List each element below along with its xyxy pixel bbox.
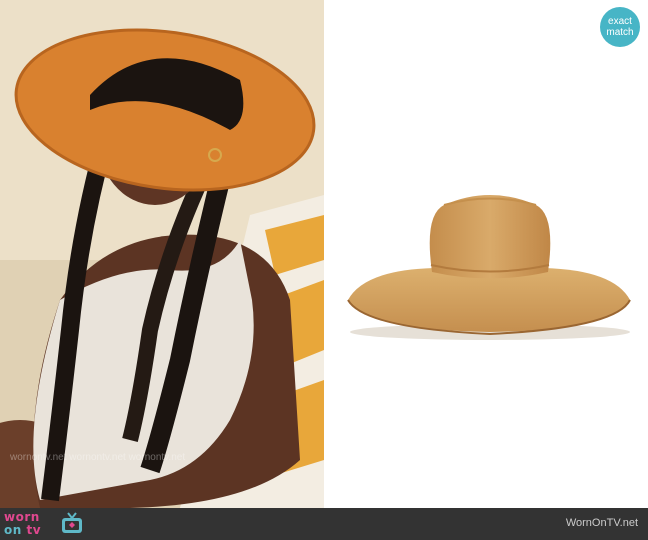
wornontv-logo[interactable]: worn on tv	[4, 510, 94, 538]
badge-line2: match	[606, 27, 634, 38]
product-panel	[324, 0, 648, 508]
logo-on-tv: on tv	[4, 524, 41, 536]
footer-bar: worn on tv WornOnTV.net	[0, 508, 648, 540]
site-url[interactable]: WornOnTV.net	[566, 517, 638, 529]
badge-line1: exact	[608, 16, 632, 27]
svg-text:wornontv.net wornontv.net worn: wornontv.net wornontv.net wornontv.net	[9, 452, 185, 463]
straw-hat-image	[347, 195, 631, 340]
scene-illustration: wornontv.net wornontv.net wornontv.net	[0, 0, 324, 508]
logo-worn: worn	[4, 510, 40, 524]
logo-on: on	[4, 523, 22, 537]
logo-tv: tv	[26, 523, 42, 537]
tv-icon	[60, 512, 84, 536]
exact-match-badge: exact match	[600, 7, 640, 47]
scene-photo: wornontv.net wornontv.net wornontv.net	[0, 0, 324, 508]
